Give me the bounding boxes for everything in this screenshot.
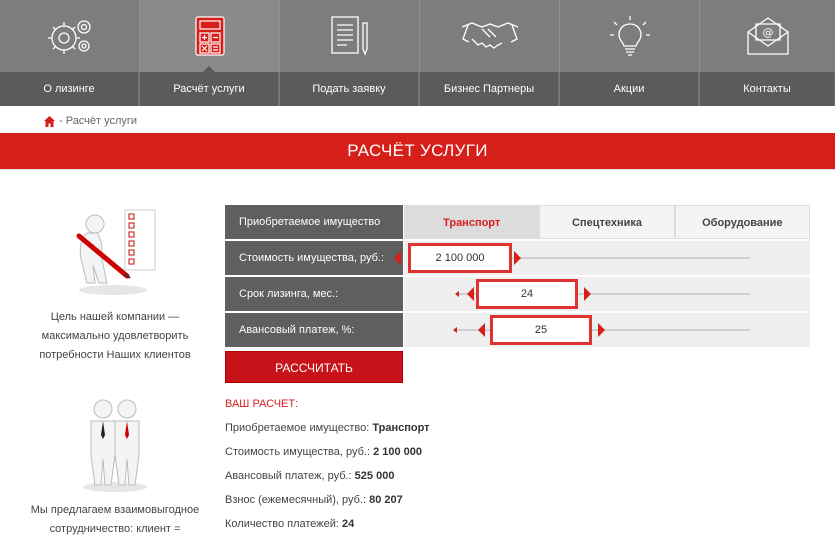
result-advance: Авансовый платеж, руб.: 525 000 [225, 464, 625, 488]
nav-label: О лизинге [0, 72, 139, 106]
property-row: Приобретаемое имущество Транспорт Спецте… [225, 205, 810, 239]
cost-label: Стоимость имущества, руб.: [225, 241, 403, 275]
svg-text:@: @ [762, 26, 773, 39]
lightbulb-icon [560, 0, 699, 72]
results-heading: ВАШ РАСЧЕТ: [225, 398, 299, 410]
result-cost: Стоимость имущества, руб.: 2 100 000 [225, 440, 625, 464]
result-monthly: Взнос (ежемесячный), руб.: 80 207 [225, 488, 625, 512]
cost-row: Стоимость имущества, руб.: 2 100 000 [225, 241, 810, 275]
result-count: Количество платежей: 24 [225, 512, 625, 536]
result-property-label: Приобретаемое имущество: [225, 422, 370, 434]
result-monthly-label: Взнос (ежемесячный), руб.: [225, 494, 367, 506]
advance-slider-right-handle[interactable] [598, 323, 605, 337]
result-property: Приобретаемое имущество: Транспорт [225, 416, 625, 440]
handshake-icon [420, 0, 559, 72]
breadcrumb-current: - Расчёт услуги [59, 115, 138, 127]
result-advance-value: 525 000 [354, 470, 395, 482]
nav-item-apply[interactable]: Подать заявку [280, 0, 419, 106]
term-slider-min-handle[interactable] [455, 291, 459, 297]
nav-item-promotions[interactable]: Акции [560, 0, 699, 106]
nav-label: Бизнес Партнеры [420, 72, 559, 106]
top-navigation: О лизинге Расчёт услуги Подать заявку Би… [0, 0, 835, 106]
gears-icon [0, 0, 139, 72]
property-tabs: Транспорт Спецтехника Оборудование [404, 205, 810, 239]
home-icon[interactable] [44, 115, 55, 127]
nav-label: Акции [560, 72, 699, 106]
nav-label: Контакты [700, 72, 835, 106]
nav-item-calculation[interactable]: Расчёт услуги [140, 0, 279, 106]
advance-row: Авансовый платеж, %: 25 [225, 313, 810, 347]
nav-item-partners[interactable]: Бизнес Партнеры [420, 0, 559, 106]
partnership-caption: Мы предлагаем взаимовыгодное сотрудничес… [30, 504, 200, 543]
term-value[interactable]: 24 [476, 279, 578, 309]
advance-label: Авансовый платеж, %: [225, 313, 403, 347]
nav-label: Подать заявку [280, 72, 419, 106]
result-cost-label: Стоимость имущества, руб.: [225, 446, 371, 458]
cost-value[interactable]: 2 100 000 [408, 243, 512, 273]
calculate-button[interactable]: РАССЧИТАТЬ [225, 351, 403, 383]
result-property-value: Транспорт [372, 422, 430, 434]
nav-item-contacts[interactable]: @ Контакты [700, 0, 835, 106]
tab-transport[interactable]: Транспорт [404, 205, 540, 239]
tab-special-equipment[interactable]: Спецтехника [539, 205, 675, 239]
document-pen-icon [280, 0, 419, 72]
term-row: Срок лизинга, мес.: 24 [225, 277, 810, 311]
result-monthly-value: 80 207 [369, 494, 403, 506]
envelope-icon: @ [700, 0, 835, 72]
left-sidebar: Цель нашей компании — максимально удовле… [30, 200, 200, 543]
breadcrumb: - Расчёт услуги [44, 115, 137, 127]
cost-slider[interactable]: 2 100 000 [394, 241, 810, 275]
tab-equipment[interactable]: Оборудование [674, 205, 810, 239]
mission-caption: Цель нашей компании — максимально удовле… [39, 311, 191, 361]
result-advance-label: Авансовый платеж, руб.: [225, 470, 352, 482]
advance-slider-left-handle[interactable] [478, 323, 485, 337]
figure-partners-illustration [30, 395, 200, 495]
advance-slider-min-handle[interactable] [453, 327, 457, 333]
term-label: Срок лизинга, мес.: [225, 277, 403, 311]
advance-value[interactable]: 25 [490, 315, 592, 345]
property-label: Приобретаемое имущество [225, 205, 403, 239]
term-slider[interactable]: 24 [404, 277, 810, 311]
nav-label: Расчёт услуги [140, 72, 279, 106]
result-count-label: Количество платежей: [225, 518, 339, 530]
nav-item-leasing[interactable]: О лизинге [0, 0, 139, 106]
cost-slider-right-handle[interactable] [514, 251, 521, 265]
term-slider-right-handle[interactable] [584, 287, 591, 301]
calculation-results: ВАШ РАСЧЕТ: Приобретаемое имущество: Тра… [225, 398, 625, 536]
page-title: РАСЧЁТ УСЛУГИ [0, 133, 835, 169]
figure-checklist-illustration [30, 200, 200, 300]
advance-slider[interactable]: 25 [404, 313, 810, 347]
result-cost-value: 2 100 000 [373, 446, 423, 458]
term-slider-left-handle[interactable] [467, 287, 474, 301]
calculator-icon [140, 0, 279, 72]
result-count-value: 24 [342, 518, 355, 530]
cost-slider-left-handle[interactable] [394, 251, 401, 265]
